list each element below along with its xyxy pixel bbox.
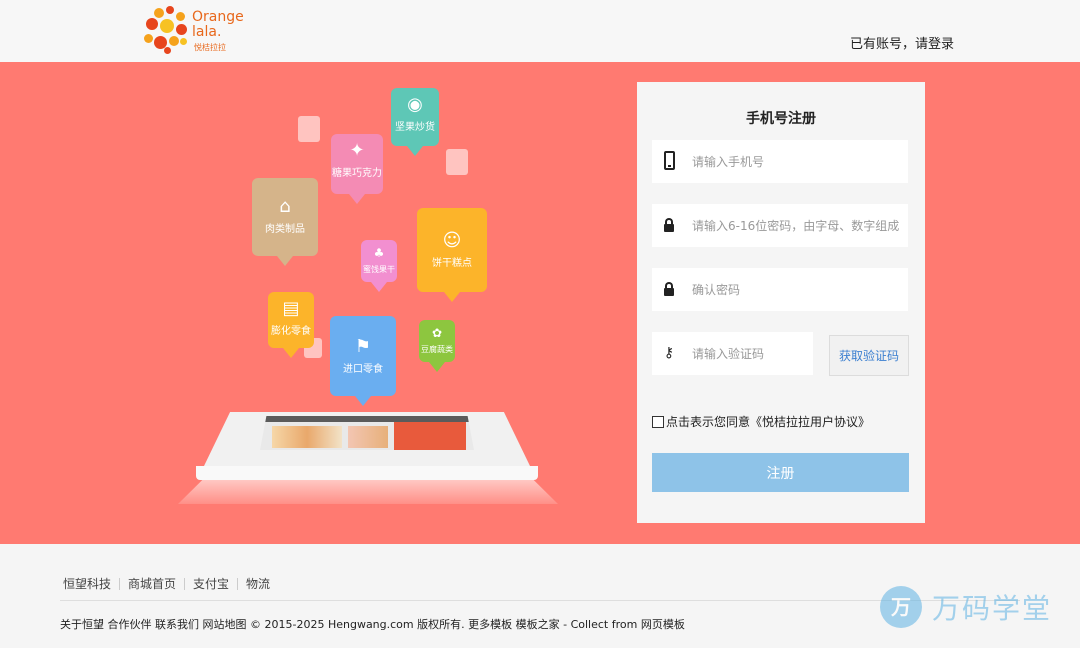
agreement-label: 点击表示您同意《悦桔拉拉用户协议》	[666, 415, 871, 429]
category-label: 蜜饯果干	[363, 265, 395, 274]
lock-icon	[662, 279, 676, 299]
snack-icon: ▤	[282, 298, 300, 319]
nut-icon: ◉	[407, 94, 423, 115]
footer-about-link[interactable]: 关于恒望	[60, 618, 104, 631]
category-label: 进口零食	[343, 364, 383, 375]
category-label: 膨化零食	[271, 326, 311, 337]
footer-links: 恒望科技 商城首页 支付宝 物流	[63, 578, 278, 590]
watermark-logo-icon: 万	[880, 586, 922, 628]
category-label: 肉类制品	[265, 224, 305, 235]
cherry-icon: ♣	[373, 246, 385, 260]
footer-contact-link[interactable]: 联系我们	[155, 618, 199, 631]
logo-text-line2: lala.	[192, 24, 222, 40]
key-icon: ⚷	[663, 345, 675, 361]
deco-square	[446, 149, 468, 175]
category-bubble-dried-fruit: ♣ 蜜饯果干	[361, 240, 397, 292]
register-title: 手机号注册	[746, 111, 816, 127]
copyright-text: © 2015-2025 Hengwang.com 版权所有.	[250, 618, 465, 631]
logo[interactable]: Orange lala. 悦桔拉拉	[144, 6, 244, 56]
footer-link-hengwang[interactable]: 恒望科技	[63, 578, 119, 590]
watermark: 万 万码学堂	[880, 586, 1052, 628]
logo-text-line1: Orange	[192, 9, 244, 25]
category-bubble-nuts: ◉ 坚果炒货	[391, 88, 439, 156]
category-bubble-imported: ⚑ 进口零食	[330, 316, 396, 406]
footer-link-alipay[interactable]: 支付宝	[184, 578, 237, 590]
footer-divider	[60, 600, 1020, 601]
logo-mark	[144, 6, 188, 54]
watermark-text: 万码学堂	[932, 592, 1053, 625]
lock-icon	[662, 215, 676, 235]
password-input[interactable]	[692, 204, 902, 247]
tablet-screen	[260, 416, 474, 450]
collect-from-text: - Collect from	[563, 618, 638, 631]
site-header: Orange lala. 悦桔拉拉 已有账号，请登录	[0, 0, 1080, 62]
confirm-password-field	[652, 268, 908, 311]
footer-partners-link[interactable]: 合作伙伴	[108, 618, 152, 631]
veggie-icon: ✿	[431, 326, 443, 340]
footer-link-mall-home[interactable]: 商城首页	[119, 578, 184, 590]
register-button[interactable]: 注册	[652, 453, 909, 492]
get-code-button[interactable]: 获取验证码	[829, 335, 909, 376]
more-templates-text: 更多模板	[468, 618, 513, 631]
tablet-device	[196, 412, 538, 484]
hero-banner: ◉ 坚果炒货 ✦ 糖果巧克力 ⌂ 肉类制品 ♣ 蜜饯果干 ☺ 饼干糕点 ▤ 膨化…	[0, 62, 1080, 544]
footer-link-logistics[interactable]: 物流	[237, 578, 278, 590]
logo-wordmark: Orange lala.	[192, 10, 244, 40]
category-bubble-meat: ⌂ 肉类制品	[252, 178, 318, 266]
category-bubble-veggie: ✿ 豆腐蔬类	[419, 320, 455, 372]
deco-square	[298, 116, 320, 142]
copyright-line: 关于恒望 合作伙伴 联系我们 网站地图 © 2015-2025 Hengwang…	[60, 616, 685, 632]
tablet-base	[196, 466, 538, 480]
logo-subtitle: 悦桔拉拉	[194, 43, 226, 52]
templates-home-link[interactable]: 模板之家	[516, 618, 560, 631]
register-panel: 手机号注册 ⚷ 获取验证码 点击表示您同意《悦桔拉拉用户协议》 注册	[637, 82, 925, 523]
drumstick-icon: ⌂	[279, 196, 291, 217]
category-label: 坚果炒货	[395, 122, 435, 133]
category-bubble-biscuits: ☺ 饼干糕点	[417, 208, 487, 302]
site-footer: 恒望科技 商城首页 支付宝 物流 关于恒望 合作伙伴 联系我们 网站地图 © 2…	[0, 544, 1080, 648]
phone-field	[652, 140, 908, 183]
phone-input[interactable]	[692, 140, 902, 183]
password-field	[652, 204, 908, 247]
verification-code-input[interactable]	[692, 332, 807, 375]
cookie-icon: ☺	[442, 230, 462, 251]
verification-code-field: ⚷	[652, 332, 813, 375]
category-bubble-puffed: ▤ 膨化零食	[268, 292, 314, 358]
category-label: 豆腐蔬类	[421, 345, 453, 354]
login-link[interactable]: 已有账号，请登录	[850, 33, 954, 52]
category-bubble-candy: ✦ 糖果巧克力	[331, 134, 383, 204]
agreement-checkbox[interactable]	[652, 415, 664, 428]
agreement-checkbox-row[interactable]: 点击表示您同意《悦桔拉拉用户协议》	[652, 413, 870, 430]
category-illustration: ◉ 坚果炒货 ✦ 糖果巧克力 ⌂ 肉类制品 ♣ 蜜饯果干 ☺ 饼干糕点 ▤ 膨化…	[170, 82, 570, 542]
category-label: 糖果巧克力	[332, 168, 382, 179]
web-templates-link[interactable]: 网页模板	[641, 618, 685, 631]
candy-icon: ✦	[349, 140, 365, 161]
category-label: 饼干糕点	[432, 258, 472, 269]
confirm-password-input[interactable]	[692, 268, 902, 311]
phone-icon	[662, 151, 676, 171]
flag-icon: ⚑	[354, 336, 372, 357]
footer-sitemap-link[interactable]: 网站地图	[203, 618, 247, 631]
